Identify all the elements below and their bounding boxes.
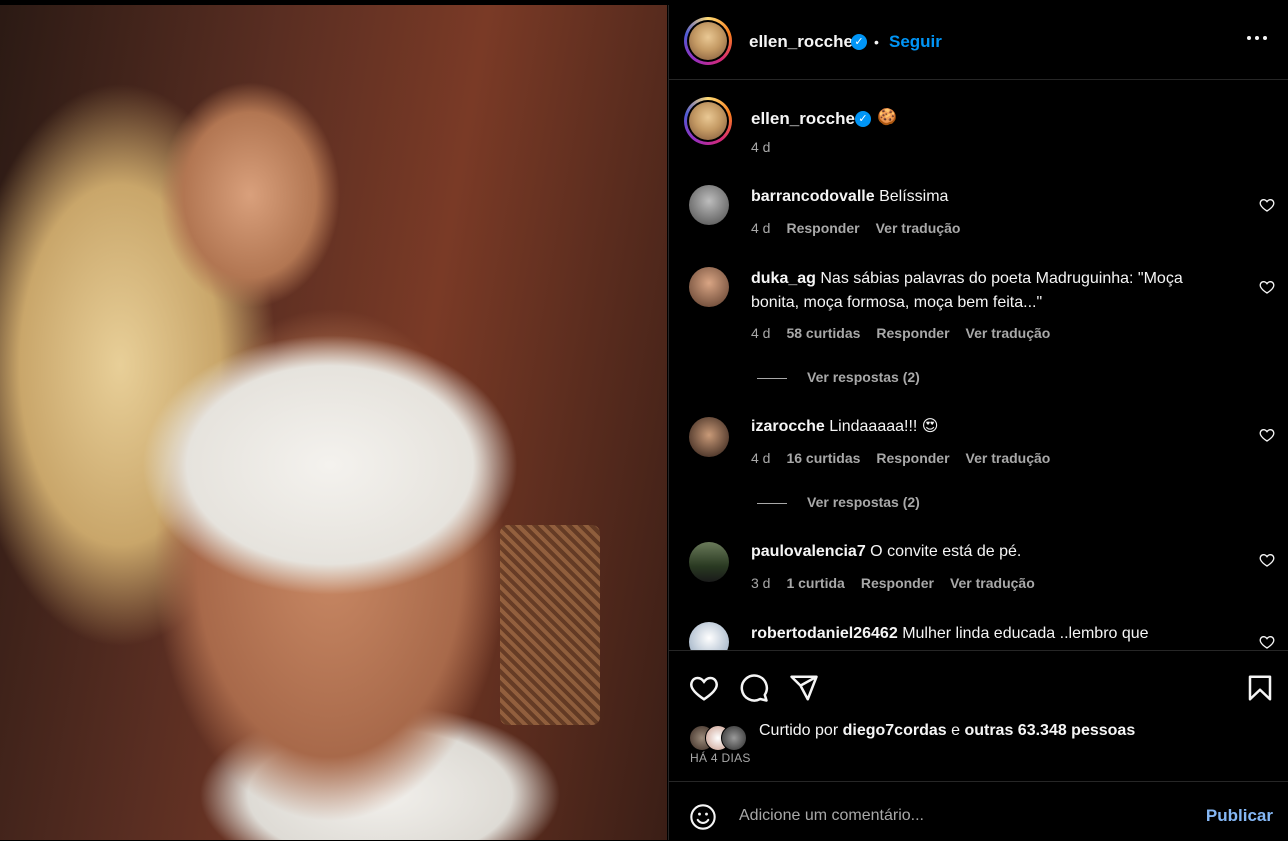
caption-avatar[interactable] — [684, 97, 732, 145]
comment-time: 4 d — [751, 325, 771, 341]
comment-avatar[interactable] — [689, 542, 729, 582]
verified-badge-icon: ✓ — [851, 34, 867, 50]
replies-divider — [757, 502, 787, 504]
comment-text: paulovalencia7 O convite está de pé. — [751, 540, 1221, 564]
comment-body: Belíssima — [879, 188, 949, 205]
image-chair-detail — [500, 525, 600, 725]
likes-count-button[interactable]: outras 63.348 pessoas — [964, 722, 1135, 739]
follow-button[interactable]: Seguir — [889, 32, 942, 52]
translate-button[interactable]: Ver tradução — [876, 220, 961, 236]
emoji-icon[interactable] — [689, 803, 717, 831]
share-send-icon[interactable] — [789, 673, 819, 703]
comment-username[interactable]: paulovalencia7 — [751, 543, 866, 560]
like-comment-heart-icon[interactable] — [1259, 634, 1275, 650]
comment-text: robertodaniel26462 Mulher linda educada … — [751, 622, 1221, 646]
caption-time: 4 d — [751, 139, 771, 155]
post-header: ellen_rocche ✓ • Seguir — [669, 5, 1288, 80]
comment-input[interactable]: Adicione um comentário... — [739, 807, 924, 825]
translate-button[interactable]: Ver tradução — [966, 450, 1051, 466]
likes-prefix: Curtido por — [759, 722, 839, 739]
likes-conj: e — [951, 722, 960, 739]
replies-divider — [757, 377, 787, 379]
translate-button[interactable]: Ver tradução — [950, 575, 1035, 591]
comments-list[interactable]: ellen_rocche ✓ 🍪 4 d barrancodovalle Bel… — [669, 80, 1288, 650]
comment-text: izarocche Lindaaaaa!!! 😍 — [751, 415, 1221, 439]
liked-by-avatars[interactable] — [689, 725, 755, 751]
comment-username[interactable]: barrancodovalle — [751, 188, 875, 205]
comment-text: duka_ag Nas sábias palavras do poeta Mad… — [751, 267, 1221, 315]
comment-likes-count[interactable]: 1 curtida — [786, 575, 844, 591]
comment-body: Lindaaaaa!!! 😍 — [829, 418, 939, 435]
author-avatar[interactable] — [684, 17, 732, 65]
reply-button[interactable]: Responder — [861, 575, 934, 591]
post-side-panel: ellen_rocche ✓ • Seguir ellen_rocche ✓ 🍪… — [668, 5, 1288, 840]
translate-button[interactable]: Ver tradução — [966, 325, 1051, 341]
save-bookmark-icon[interactable] — [1245, 673, 1275, 703]
like-heart-icon[interactable] — [689, 673, 719, 703]
caption-emoji: 🍪 — [877, 109, 897, 126]
comment-avatar[interactable] — [689, 267, 729, 307]
like-comment-heart-icon[interactable] — [1259, 197, 1275, 213]
view-replies-button[interactable]: Ver respostas (2) — [757, 369, 920, 385]
comment-avatar[interactable] — [689, 417, 729, 457]
comment-time: 4 d — [751, 450, 771, 466]
comment-meta: 4 d 16 curtidas Responder Ver tradução — [751, 450, 1066, 466]
reply-button[interactable]: Responder — [786, 220, 859, 236]
post-date[interactable]: HÁ 4 DIAS — [690, 751, 751, 765]
comment-body: O convite está de pé. — [870, 543, 1022, 560]
reply-button[interactable]: Responder — [876, 325, 949, 341]
view-replies-label[interactable]: Ver respostas (2) — [807, 369, 920, 385]
comment-meta: 4 d Responder Ver tradução — [751, 220, 976, 236]
add-comment-bar: Adicione um comentário... Publicar — [669, 781, 1288, 841]
comment-likes-count[interactable]: 58 curtidas — [786, 325, 860, 341]
comment-avatar[interactable] — [689, 185, 729, 225]
publish-button[interactable]: Publicar — [1206, 806, 1273, 826]
header-separator: • — [874, 34, 879, 50]
comment-body: Mulher linda educada ..lembro que — [902, 625, 1149, 642]
likes-summary: Curtido por diego7cordas e outras 63.348… — [759, 722, 1135, 740]
like-comment-heart-icon[interactable] — [1259, 279, 1275, 295]
view-replies-label[interactable]: Ver respostas (2) — [807, 494, 920, 510]
caption-username[interactable]: ellen_rocche — [751, 109, 855, 129]
comment-username[interactable]: robertodaniel26462 — [751, 625, 898, 642]
author-username[interactable]: ellen_rocche — [749, 32, 853, 52]
like-comment-heart-icon[interactable] — [1259, 552, 1275, 568]
comment-time: 3 d — [751, 575, 771, 591]
comment-avatar[interactable] — [689, 622, 729, 650]
reply-button[interactable]: Responder — [876, 450, 949, 466]
more-options-icon[interactable] — [1246, 27, 1268, 49]
post-image[interactable] — [0, 5, 667, 840]
comment-bubble-icon[interactable] — [739, 673, 769, 703]
comment-username[interactable]: duka_ag — [751, 270, 816, 287]
comment-text: barrancodovalle Belíssima — [751, 185, 1221, 209]
like-comment-heart-icon[interactable] — [1259, 427, 1275, 443]
caption-verified-icon: ✓ — [855, 111, 871, 127]
comment-body: Nas sábias palavras do poeta Madruguinha… — [751, 270, 1183, 311]
comment-meta: 3 d 1 curtida Responder Ver tradução — [751, 575, 1051, 591]
comment-meta: 4 d 58 curtidas Responder Ver tradução — [751, 325, 1066, 341]
comment-username[interactable]: izarocche — [751, 418, 825, 435]
liked-by-user[interactable]: diego7cordas — [843, 722, 947, 739]
comment-likes-count[interactable]: 16 curtidas — [786, 450, 860, 466]
view-replies-button[interactable]: Ver respostas (2) — [757, 494, 920, 510]
comment-time: 4 d — [751, 220, 771, 236]
